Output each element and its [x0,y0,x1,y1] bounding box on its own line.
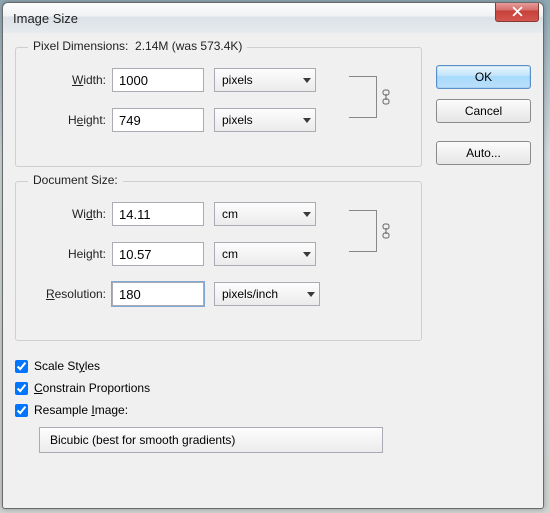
pixel-width-unit-text: pixels [222,73,253,87]
resample-method-combo[interactable]: Bicubic (best for smooth gradients) [39,427,383,453]
chevron-down-icon [307,292,315,297]
document-size-legend: Document Size: [28,173,123,187]
ok-button[interactable]: OK [436,65,531,89]
pixel-height-unit-text: pixels [222,113,253,127]
doc-width-input[interactable] [112,202,204,226]
document-size-group: Document Size: Width: cm Height: cm [15,181,422,341]
doc-link-bracket [349,210,377,252]
doc-res-unit-text: pixels/inch [222,287,278,301]
chevron-down-icon [303,78,311,83]
pixel-width-unit-combo[interactable]: pixels [214,68,316,92]
window-title: Image Size [13,11,78,26]
pixel-height-unit-combo[interactable]: pixels [214,108,316,132]
client-area: Pixel Dimensions: 2.14M (was 573.4K) Wid… [3,33,543,465]
doc-width-label: Width: [26,207,112,221]
image-size-dialog: Image Size Pixel Dimensions: 2.14M (was … [2,2,544,509]
constrain-checkbox[interactable] [15,382,28,395]
constrain-link-icon[interactable] [379,88,393,106]
pixel-height-label: Height: [26,113,112,127]
doc-height-input[interactable] [112,242,204,266]
doc-height-unit-combo[interactable]: cm [214,242,316,266]
titlebar[interactable]: Image Size [3,3,543,33]
auto-button[interactable]: Auto... [436,141,531,165]
constrain-row: Constrain Proportions [15,377,422,399]
doc-width-unit-text: cm [222,207,238,221]
pixel-dimensions-legend: Pixel Dimensions: 2.14M (was 573.4K) [28,39,247,53]
chevron-down-icon [303,212,311,217]
pixel-dimensions-group: Pixel Dimensions: 2.14M (was 573.4K) Wid… [15,47,422,167]
left-column: Pixel Dimensions: 2.14M (was 573.4K) Wid… [15,47,422,453]
doc-height-unit-text: cm [222,247,238,261]
pixel-legend-text: Pixel Dimensions: [33,39,128,53]
scale-styles-label[interactable]: Scale Styles [34,359,100,373]
doc-width-unit-combo[interactable]: cm [214,202,316,226]
pixel-info-text: 2.14M (was 573.4K) [135,39,242,53]
cancel-button[interactable]: Cancel [436,99,531,123]
pixel-width-label: Width: [26,73,112,87]
pixel-width-input[interactable] [112,68,204,92]
resample-checkbox[interactable] [15,404,28,417]
doc-resolution-row: Resolution: pixels/inch [26,280,411,308]
constrain-link-icon[interactable] [379,222,393,240]
doc-resolution-label: Resolution: [26,287,112,301]
doc-height-label: Height: [26,247,112,261]
close-icon [512,6,523,17]
pixel-link-bracket [349,76,377,118]
chevron-down-icon [303,118,311,123]
resample-method-text: Bicubic (best for smooth gradients) [50,433,235,447]
resample-row: Resample Image: [15,399,422,421]
constrain-label[interactable]: Constrain Proportions [34,381,150,395]
options-checkboxes: Scale Styles Constrain Proportions Resam… [15,355,422,453]
scale-styles-row: Scale Styles [15,355,422,377]
doc-resolution-unit-combo[interactable]: pixels/inch [214,282,320,306]
resample-label[interactable]: Resample Image: [34,403,128,417]
close-button[interactable] [495,2,539,22]
doc-resolution-input[interactable] [112,282,204,306]
scale-styles-checkbox[interactable] [15,360,28,373]
right-column: OK Cancel Auto... [436,47,531,453]
pixel-height-input[interactable] [112,108,204,132]
chevron-down-icon [303,252,311,257]
